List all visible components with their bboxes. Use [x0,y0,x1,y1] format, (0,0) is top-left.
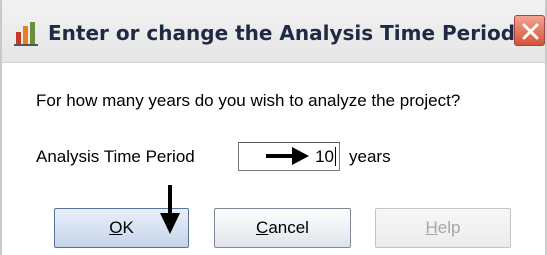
window-title: Enter or change the Analysis Time Period [48,21,516,45]
question-text: For how many years do you wish to analyz… [36,91,461,110]
text-caret [335,147,336,166]
arrow-down-icon [159,185,181,239]
ok-mnemonic: O [109,218,123,237]
cancel-label-rest: ancel [268,218,309,237]
ok-label-rest: K [122,218,134,237]
help-label-rest: elp [437,218,461,237]
help-mnemonic: H [425,218,438,237]
cancel-mnemonic: C [256,218,269,237]
cancel-button[interactable]: Cancel [214,208,351,248]
dialog-window: Enter or change the Analysis Time Period… [0,0,547,255]
title-bar[interactable]: Enter or change the Analysis Time Period [2,0,545,63]
unit-label: years [349,147,391,166]
close-icon [522,23,539,40]
arrow-right-icon [266,146,310,170]
help-button[interactable]: Help [375,208,511,248]
close-button[interactable] [514,15,545,46]
bar-chart-icon [14,20,42,46]
analysis-time-period-label: Analysis Time Period [36,147,195,166]
